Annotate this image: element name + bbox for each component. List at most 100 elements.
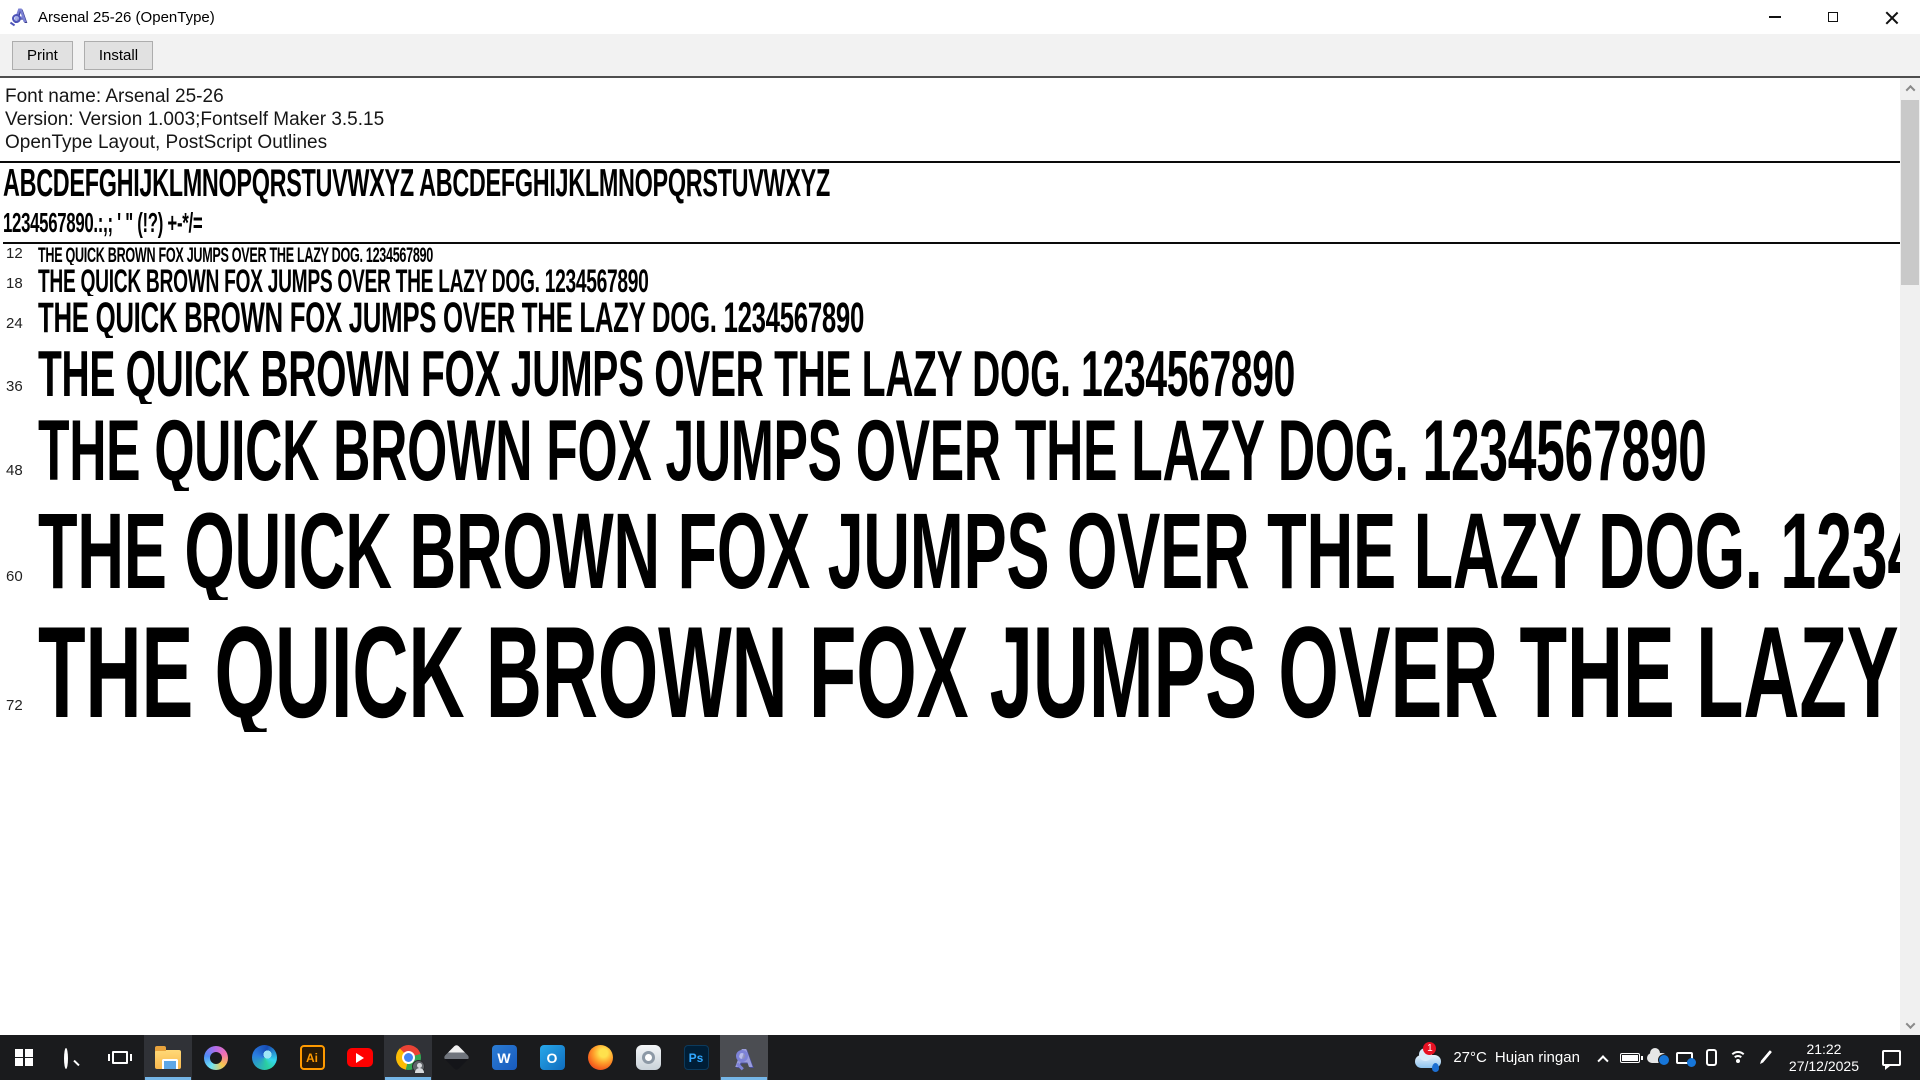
taskbar-clock[interactable]: 21:22 27/12/2025 [1779,1041,1869,1075]
cast-status[interactable] [1671,1035,1698,1080]
illustrator-icon: Ai [300,1045,325,1070]
size-label: 24 [3,315,38,338]
pangram-sample-text: THE QUICK BROWN FOX JUMPS OVER THE LAZY … [38,344,1295,404]
hidden-icons-button[interactable] [1590,1035,1617,1080]
taskbar-item-outlook[interactable]: O [528,1035,576,1080]
size-sample-row-60: 60THE QUICK BROWN FOX JUMPS OVER THE LAZ… [3,501,1900,600]
network-status[interactable] [1725,1035,1752,1080]
start-button[interactable] [0,1035,48,1080]
window-title: Arsenal 25-26 (OpenType) [38,9,215,26]
chevron-down-icon [1905,1019,1915,1029]
phone-link-status[interactable] [1698,1035,1725,1080]
taskbar-item-firefox[interactable] [576,1035,624,1080]
pangram-sample-text: THE QUICK BROWN FOX JUMPS OVER THE LAZY … [38,298,864,338]
close-button[interactable] [1862,0,1920,34]
pangram-sample-text: THE QUICK BROWN FOX JUMPS OVER THE LAZY … [38,246,433,265]
edge-icon [252,1045,277,1070]
minimize-icon [1769,16,1781,18]
taskbar-item-photoshop[interactable]: Ps [672,1035,720,1080]
size-label: 48 [3,462,38,491]
copilot-icon [204,1046,228,1070]
pen-icon [1759,1050,1772,1065]
numbers-sample-text: 1234567890.:,; ' " (!?) +-*/= [3,211,202,235]
task-view-button[interactable] [96,1035,144,1080]
taskbar-item-word[interactable]: W [480,1035,528,1080]
pangram-sample-text: THE QUICK BROWN FOX JUMPS OVER THE LAZY … [38,501,1900,600]
taskbar: Ai W O Ps A [0,1035,1920,1080]
phone-icon [1706,1049,1717,1066]
size-sample-row-24: 24THE QUICK BROWN FOX JUMPS OVER THE LAZ… [3,298,1900,338]
size-label: 36 [3,378,38,404]
size-sample-row-12: 12THE QUICK BROWN FOX JUMPS OVER THE LAZ… [3,246,1900,265]
pangram-sample-text: THE QUICK BROWN FOX JUMPS OVER THE LAZY … [38,412,1707,491]
taskbar-item-youtube[interactable] [336,1035,384,1080]
weather-condition: Hujan ringan [1495,1049,1580,1066]
outlook-icon: O [540,1045,565,1070]
numbers-sample-line: 1234567890.:,; ' " (!?) +-*/= [3,211,1900,244]
action-center-icon [1882,1050,1901,1066]
close-icon [1885,11,1898,24]
chrome-icon [396,1045,421,1070]
taskbar-item-edge[interactable] [240,1035,288,1080]
title-bar: A Arsenal 25-26 (OpenType) [0,0,1920,34]
print-button[interactable]: Print [12,41,73,70]
notification-badge: 1 [1423,1042,1436,1055]
size-sample-rows: 12THE QUICK BROWN FOX JUMPS OVER THE LAZ… [0,246,1900,732]
onedrive-status[interactable] [1644,1035,1671,1080]
taskbar-search-button[interactable] [48,1035,96,1080]
taskbar-item-format-factory[interactable] [624,1035,672,1080]
chevron-up-icon [1598,1055,1609,1066]
taskbar-item-illustrator[interactable]: Ai [288,1035,336,1080]
font-viewer-taskbar-icon: A [730,1044,758,1072]
windows-logo-icon [15,1049,33,1067]
cast-icon [1676,1052,1693,1064]
minimize-button[interactable] [1746,0,1804,34]
youtube-icon [347,1048,373,1067]
weather-widget[interactable]: 1 27°C Hujan ringan [1405,1035,1590,1080]
font-preview-content: Font name: Arsenal 25-26 Version: Versio… [0,78,1900,1035]
clock-time: 21:22 [1789,1041,1859,1058]
weather-temperature: 27°C [1453,1049,1487,1066]
weather-rain-icon: 1 [1415,1044,1445,1072]
pangram-sample-text: THE QUICK BROWN FOX JUMPS OVER THE LAZY … [38,267,648,296]
battery-status[interactable] [1617,1035,1644,1080]
size-sample-row-72: 72THE QUICK BROWN FOX JUMPS OVER THE LAZ… [3,612,1900,732]
format-factory-icon [636,1045,661,1070]
taskbar-item-inkscape[interactable] [432,1035,480,1080]
install-button[interactable]: Install [84,41,153,70]
photoshop-icon: Ps [684,1045,709,1070]
inkscape-icon [443,1044,470,1071]
taskbar-spacer [768,1035,1405,1080]
pangram-sample-text: THE QUICK BROWN FOX JUMPS OVER THE LAZY … [38,612,1900,732]
size-label: 72 [3,697,38,732]
font-layout-line: OpenType Layout, PostScript Outlines [5,131,1900,154]
specimen-block: ABCDEFGHIJKLMNOPQRSTUVWXYZ ABCDEFGHIJKLM… [0,161,1900,244]
font-viewer-icon: A [10,7,30,27]
toolbar: Print Install [0,34,1920,78]
restore-icon [1828,12,1838,22]
system-tray: 1 27°C Hujan ringan 21:22 27/12/2025 [1405,1035,1920,1080]
scroll-down-button[interactable] [1900,1015,1920,1035]
scroll-up-button[interactable] [1900,78,1920,98]
pen-settings[interactable] [1752,1035,1779,1080]
size-label: 18 [3,275,38,296]
taskbar-item-copilot[interactable] [192,1035,240,1080]
action-center-button[interactable] [1869,1035,1913,1080]
vertical-scrollbar[interactable] [1900,78,1920,1035]
task-view-icon [112,1051,128,1064]
scrollbar-thumb[interactable] [1901,100,1919,285]
font-preview-area: Font name: Arsenal 25-26 Version: Versio… [0,78,1920,1035]
onedrive-icon [1647,1053,1667,1063]
firefox-icon [588,1045,613,1070]
size-sample-row-36: 36THE QUICK BROWN FOX JUMPS OVER THE LAZ… [3,344,1900,404]
font-name-line: Font name: Arsenal 25-26 [5,85,1900,108]
word-icon: W [492,1045,517,1070]
clock-date: 27/12/2025 [1789,1058,1859,1075]
taskbar-item-file-explorer[interactable] [144,1035,192,1080]
taskbar-item-chrome[interactable] [384,1035,432,1080]
file-explorer-icon [155,1050,181,1069]
size-label: 60 [3,568,38,600]
size-label: 12 [3,246,38,265]
restore-button[interactable] [1804,0,1862,34]
taskbar-item-font-viewer[interactable]: A [720,1035,768,1080]
